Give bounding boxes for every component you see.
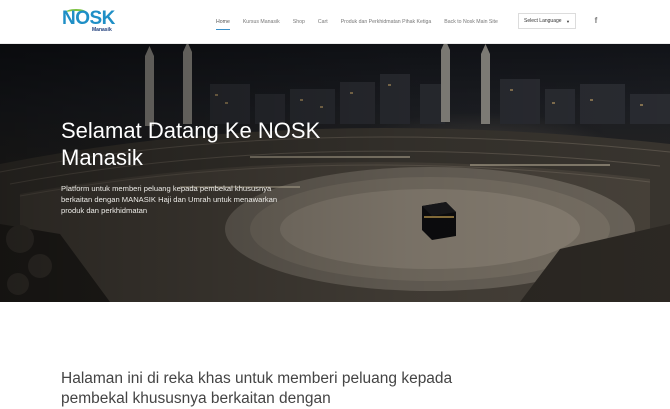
nav-item-produk-pihak-ketiga[interactable]: Produk dan Perkhidmatan Pihak Ketiga	[341, 14, 432, 30]
nav-item-cart[interactable]: Cart	[318, 14, 328, 30]
hero-banner: Selamat Datang Ke NOSK Manasik Platform …	[0, 44, 670, 302]
nav-item-back-to-main-site[interactable]: Back to Nosk Main Site	[444, 14, 498, 30]
hero-description: Platform untuk memberi peluang kepada pe…	[61, 184, 278, 215]
logo-subtext: Manasik	[92, 27, 112, 33]
intro-heading: Halaman ini di reka khas untuk memberi p…	[61, 370, 453, 407]
hero-dark-overlay	[0, 44, 670, 302]
nav-item-shop[interactable]: Shop	[293, 14, 305, 30]
caret-down-icon: ▼	[566, 19, 570, 24]
site-header: NOSK Manasik Home Kursus Manasik Shop Ca…	[0, 0, 670, 44]
language-select-label: Select Language	[524, 18, 562, 24]
main-nav: Home Kursus Manasik Shop Cart Produk dan…	[216, 14, 511, 30]
hero-title: Selamat Datang Ke NOSK Manasik	[61, 118, 321, 170]
nav-item-kursus-manasik[interactable]: Kursus Manasik	[243, 14, 280, 30]
site-logo[interactable]: NOSK Manasik	[62, 8, 122, 36]
facebook-icon[interactable]: f	[592, 14, 600, 28]
language-select[interactable]: Select Language ▼	[518, 13, 576, 29]
nav-item-home[interactable]: Home	[216, 14, 230, 30]
